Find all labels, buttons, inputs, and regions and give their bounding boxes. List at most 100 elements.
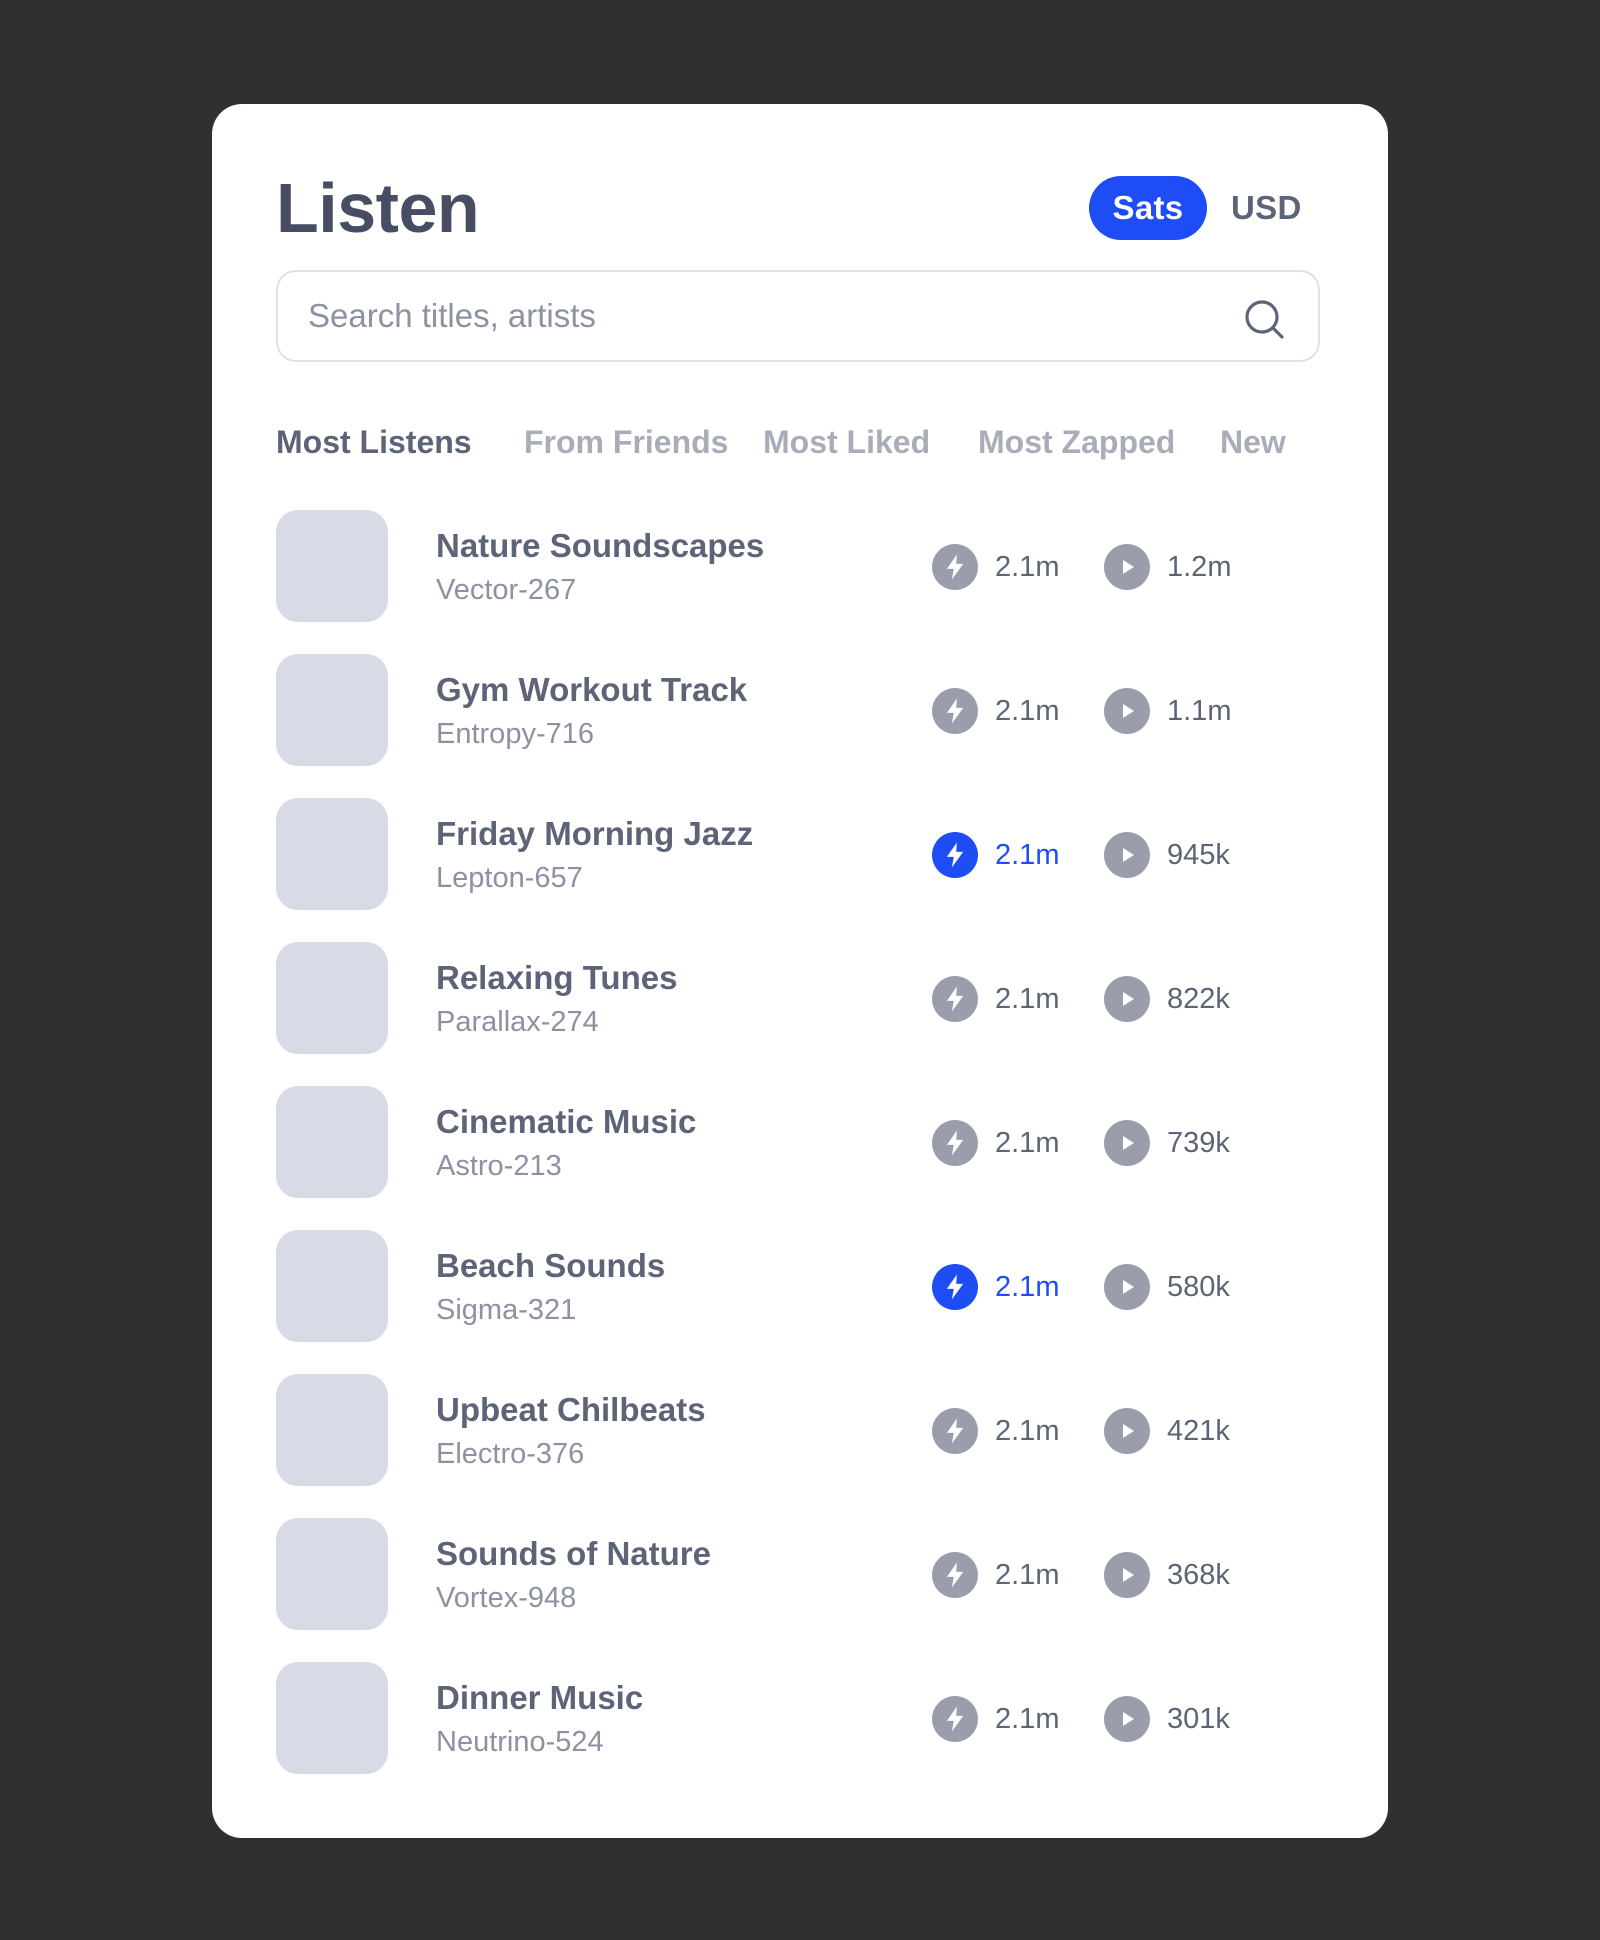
lightning-bolt-icon[interactable] bbox=[932, 832, 978, 878]
play-stat[interactable]: 421k bbox=[1104, 1408, 1230, 1454]
track-row[interactable]: Dinner Music Neutrino-524 2.1m 301k bbox=[276, 1662, 1336, 1774]
play-stat[interactable]: 822k bbox=[1104, 976, 1230, 1022]
zap-count: 2.1m bbox=[995, 1702, 1060, 1735]
tab-from-friends[interactable]: From Friends bbox=[524, 416, 728, 468]
track-row[interactable]: Beach Sounds Sigma-321 2.1m 580k bbox=[276, 1230, 1336, 1342]
track-thumbnail[interactable] bbox=[276, 1662, 388, 1774]
play-stat[interactable]: 1.2m bbox=[1104, 544, 1231, 590]
zap-stat[interactable]: 2.1m bbox=[932, 1696, 1059, 1742]
play-icon[interactable] bbox=[1104, 544, 1150, 590]
track-title: Dinner Music bbox=[436, 1679, 644, 1716]
play-count: 1.1m bbox=[1167, 694, 1232, 727]
tab-most-listens[interactable]: Most Listens bbox=[276, 416, 472, 468]
track-artist: Neutrino-524 bbox=[436, 1726, 604, 1758]
track-artist: Lepton-657 bbox=[436, 862, 583, 894]
play-count: 739k bbox=[1167, 1126, 1230, 1159]
play-icon[interactable] bbox=[1104, 688, 1150, 734]
track-artist: Vortex-948 bbox=[436, 1582, 577, 1614]
play-icon[interactable] bbox=[1104, 832, 1150, 878]
track-thumbnail[interactable] bbox=[276, 1086, 388, 1198]
track-thumbnail[interactable] bbox=[276, 1518, 388, 1630]
track-title: Beach Sounds bbox=[436, 1247, 666, 1284]
track-thumbnail[interactable] bbox=[276, 654, 388, 766]
track-row[interactable]: Friday Morning Jazz Lepton-657 2.1m 945k bbox=[276, 798, 1336, 910]
search-box bbox=[276, 270, 1320, 362]
play-icon[interactable] bbox=[1104, 1552, 1150, 1598]
track-thumbnail[interactable] bbox=[276, 1230, 388, 1342]
lightning-bolt-icon[interactable] bbox=[932, 544, 978, 590]
zap-count: 2.1m bbox=[995, 550, 1060, 583]
zap-stat[interactable]: 2.1m bbox=[932, 1552, 1059, 1598]
track-title: Cinematic Music bbox=[436, 1103, 697, 1140]
tab-most-liked[interactable]: Most Liked bbox=[763, 416, 930, 468]
lightning-bolt-icon[interactable] bbox=[932, 688, 978, 734]
track-title: Nature Soundscapes bbox=[436, 527, 765, 564]
zap-count: 2.1m bbox=[995, 1270, 1060, 1303]
track-row[interactable]: Upbeat Chilbeats Electro-376 2.1m 421k bbox=[276, 1374, 1336, 1486]
track-artist: Parallax-274 bbox=[436, 1006, 599, 1038]
search-icon[interactable] bbox=[1242, 297, 1286, 341]
track-row[interactable]: Cinematic Music Astro-213 2.1m 739k bbox=[276, 1086, 1336, 1198]
track-artist: Sigma-321 bbox=[436, 1294, 577, 1326]
play-icon[interactable] bbox=[1104, 976, 1150, 1022]
play-count: 580k bbox=[1167, 1270, 1230, 1303]
zap-count: 2.1m bbox=[995, 1126, 1060, 1159]
play-count: 822k bbox=[1167, 982, 1230, 1015]
listen-card: Listen Sats USD Most Listens From Friend… bbox=[212, 104, 1388, 1838]
zap-stat[interactable]: 2.1m bbox=[932, 1264, 1059, 1310]
track-row[interactable]: Sounds of Nature Vortex-948 2.1m 368k bbox=[276, 1518, 1336, 1630]
play-stat[interactable]: 1.1m bbox=[1104, 688, 1231, 734]
play-stat[interactable]: 368k bbox=[1104, 1552, 1230, 1598]
play-stat[interactable]: 945k bbox=[1104, 832, 1230, 878]
lightning-bolt-icon[interactable] bbox=[932, 1408, 978, 1454]
zap-count: 2.1m bbox=[995, 694, 1060, 727]
zap-stat[interactable]: 2.1m bbox=[932, 1408, 1059, 1454]
zap-stat[interactable]: 2.1m bbox=[932, 976, 1059, 1022]
play-icon[interactable] bbox=[1104, 1408, 1150, 1454]
currency-option-sats[interactable]: Sats bbox=[1089, 176, 1207, 240]
play-stat[interactable]: 301k bbox=[1104, 1696, 1230, 1742]
track-row[interactable]: Relaxing Tunes Parallax-274 2.1m 822k bbox=[276, 942, 1336, 1054]
zap-count: 2.1m bbox=[995, 1414, 1060, 1447]
play-stat[interactable]: 739k bbox=[1104, 1120, 1230, 1166]
zap-stat[interactable]: 2.1m bbox=[932, 832, 1059, 878]
track-thumbnail[interactable] bbox=[276, 510, 388, 622]
page-title: Listen bbox=[276, 169, 480, 247]
zap-stat[interactable]: 2.1m bbox=[932, 1120, 1059, 1166]
play-count: 301k bbox=[1167, 1702, 1230, 1735]
lightning-bolt-icon[interactable] bbox=[932, 1264, 978, 1310]
zap-count: 2.1m bbox=[995, 838, 1060, 871]
play-count: 945k bbox=[1167, 838, 1230, 871]
track-row[interactable]: Nature Soundscapes Vector-267 2.1m 1.2m bbox=[276, 510, 1336, 622]
track-title: Friday Morning Jazz bbox=[436, 815, 754, 852]
track-title: Relaxing Tunes bbox=[436, 959, 678, 996]
play-icon[interactable] bbox=[1104, 1264, 1150, 1310]
track-artist: Astro-213 bbox=[436, 1150, 562, 1182]
currency-toggle: Sats USD bbox=[1089, 176, 1328, 240]
tab-most-zapped[interactable]: Most Zapped bbox=[978, 416, 1175, 468]
currency-option-usd[interactable]: USD bbox=[1207, 176, 1328, 240]
track-artist: Vector-267 bbox=[436, 574, 577, 606]
zap-stat[interactable]: 2.1m bbox=[932, 544, 1059, 590]
play-count: 421k bbox=[1167, 1414, 1230, 1447]
zap-stat[interactable]: 2.1m bbox=[932, 688, 1059, 734]
track-thumbnail[interactable] bbox=[276, 1374, 388, 1486]
track-thumbnail[interactable] bbox=[276, 942, 388, 1054]
zap-count: 2.1m bbox=[995, 1558, 1060, 1591]
play-stat[interactable]: 580k bbox=[1104, 1264, 1230, 1310]
filter-tabs: Most Listens From Friends Most Liked Mos… bbox=[276, 416, 1356, 476]
track-title: Gym Workout Track bbox=[436, 671, 748, 708]
track-artist: Electro-376 bbox=[436, 1438, 585, 1470]
play-icon[interactable] bbox=[1104, 1120, 1150, 1166]
lightning-bolt-icon[interactable] bbox=[932, 1120, 978, 1166]
track-title: Upbeat Chilbeats bbox=[436, 1391, 706, 1428]
play-count: 368k bbox=[1167, 1558, 1230, 1591]
lightning-bolt-icon[interactable] bbox=[932, 1552, 978, 1598]
lightning-bolt-icon[interactable] bbox=[932, 976, 978, 1022]
track-thumbnail[interactable] bbox=[276, 798, 388, 910]
search-input[interactable] bbox=[308, 272, 1208, 360]
lightning-bolt-icon[interactable] bbox=[932, 1696, 978, 1742]
track-row[interactable]: Gym Workout Track Entropy-716 2.1m 1.1m bbox=[276, 654, 1336, 766]
tab-new[interactable]: New bbox=[1220, 416, 1286, 468]
play-icon[interactable] bbox=[1104, 1696, 1150, 1742]
